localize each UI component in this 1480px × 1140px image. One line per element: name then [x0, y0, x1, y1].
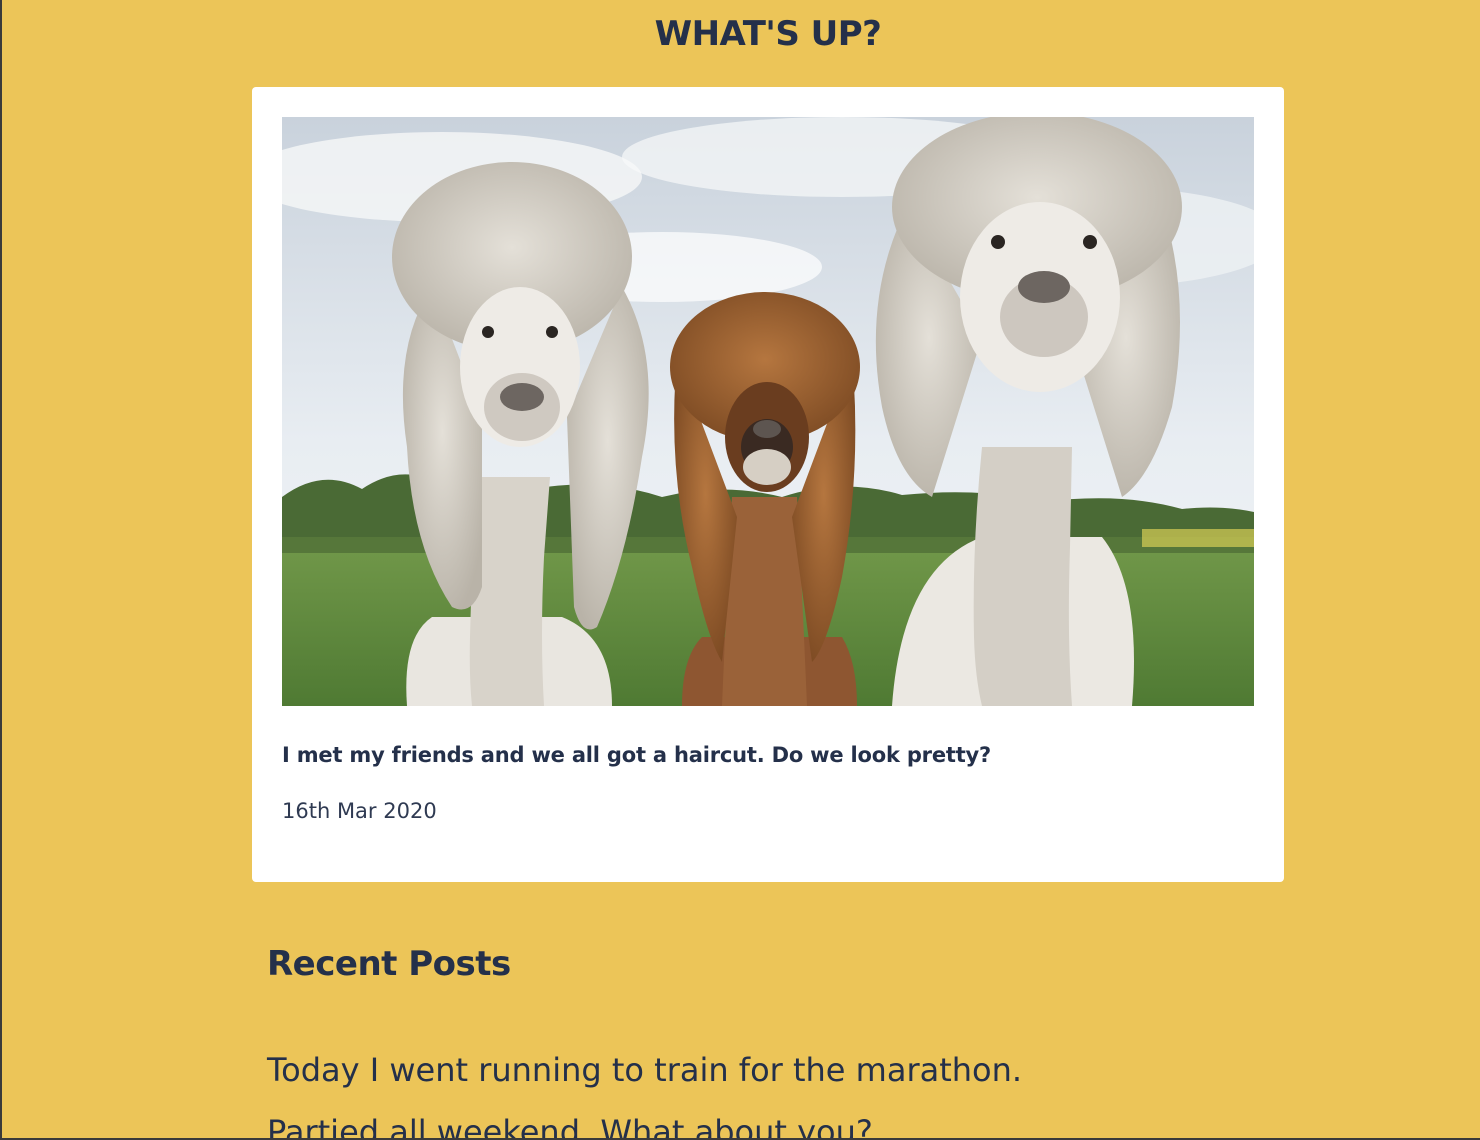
- alpacas-photo: [282, 117, 1254, 706]
- recent-post-item[interactable]: Today I went running to train for the ma…: [267, 1050, 1022, 1090]
- post-date: 16th Mar 2020: [282, 799, 437, 823]
- recent-posts-heading: Recent Posts: [267, 944, 511, 984]
- recent-post-item[interactable]: Partied all weekend. What about you?: [267, 1112, 1022, 1140]
- featured-post-card[interactable]: I met my friends and we all got a haircu…: [252, 87, 1284, 882]
- recent-posts-list: Today I went running to train for the ma…: [267, 1050, 1022, 1140]
- post-caption[interactable]: I met my friends and we all got a haircu…: [282, 743, 1254, 767]
- post-image[interactable]: [282, 117, 1254, 706]
- site-title: WHAT'S UP?: [654, 14, 882, 54]
